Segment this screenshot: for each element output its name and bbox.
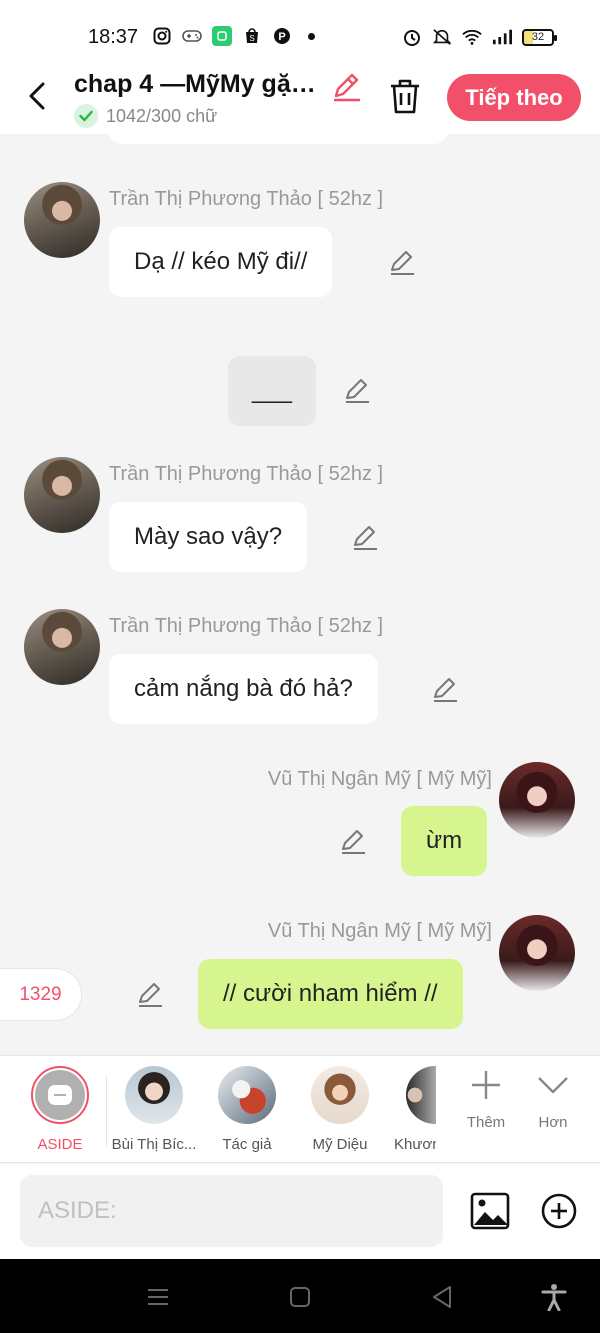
app-icon: [212, 26, 232, 46]
pencil-icon[interactable]: [388, 248, 416, 276]
chevron-down-icon: [538, 1077, 568, 1094]
back-icon[interactable]: [428, 1283, 456, 1311]
more-label: Hơn: [538, 1114, 568, 1131]
pencil-icon[interactable]: [339, 827, 367, 855]
signal-icon: [492, 27, 512, 47]
count-badge[interactable]: 1329: [0, 968, 82, 1021]
word-count-text: 1042/300 chữ: [106, 105, 218, 126]
check-icon: [74, 104, 98, 128]
shopee-icon: S: [242, 26, 262, 46]
message-bubble[interactable]: cảm nắng bà đó hả?: [109, 654, 378, 724]
character-my-dieu[interactable]: Mỹ Diệu: [295, 1066, 385, 1153]
edit-title-button[interactable]: [330, 70, 362, 102]
add-button[interactable]: [540, 1192, 578, 1230]
message-bubble[interactable]: ừm: [401, 806, 488, 876]
avatar[interactable]: [24, 457, 100, 533]
character-aside[interactable]: ASIDE: [15, 1066, 105, 1153]
chapter-title[interactable]: chap 4 —MỹMy gặp...: [74, 70, 326, 99]
plus-icon: [472, 1071, 500, 1099]
status-left-icons: S P: [152, 26, 315, 46]
aside-avatar: [31, 1066, 89, 1124]
word-count: 1042/300 chữ: [74, 104, 217, 128]
back-button[interactable]: [20, 76, 54, 116]
character-label: Mỹ Diệu: [312, 1136, 368, 1153]
sender-name: Trần Thị Phương Thảo [ 52hz ]: [109, 615, 384, 637]
alarm-icon: [402, 27, 422, 47]
character-bar: ASIDE Bùi Thị Bíc... Tác giả Mỹ Diệu Khư…: [0, 1055, 600, 1163]
character-label: Bùi Thị Bíc...: [111, 1136, 197, 1153]
message-bubble[interactable]: Dạ // kéo Mỹ đi//: [109, 227, 333, 297]
avatar[interactable]: [24, 182, 100, 258]
message-bubble[interactable]: Mày sao vậy?: [109, 502, 308, 572]
sender-name: Vũ Thị Ngân Mỹ [ Mỹ Mỹ]: [267, 920, 492, 942]
pinterest-icon: P: [272, 26, 292, 46]
image-icon: [470, 1192, 510, 1230]
system-nav-bar: [0, 1259, 600, 1333]
delete-button[interactable]: [386, 76, 424, 116]
message-bubble-partial[interactable]: [108, 134, 448, 144]
character-tac-gia[interactable]: Tác giả: [202, 1066, 292, 1153]
next-button[interactable]: Tiếp theo: [447, 74, 581, 121]
add-label: Thêm: [466, 1114, 506, 1131]
avatar[interactable]: [24, 609, 100, 685]
gamepad-icon: [182, 26, 202, 46]
sender-name: Trần Thị Phương Thảo [ 52hz ]: [109, 188, 384, 210]
character-label: ASIDE: [37, 1136, 83, 1153]
trash-icon: [391, 79, 419, 114]
chapter-header: chap 4 —MỹMy gặp... 1042/300 chữ Tiếp th…: [0, 62, 600, 134]
sender-name: Vũ Thị Ngân Mỹ [ Mỹ Mỹ]: [267, 768, 492, 790]
home-icon[interactable]: [286, 1283, 314, 1311]
instagram-icon: [152, 26, 172, 46]
message-icon: [48, 1085, 72, 1105]
svg-text:P: P: [278, 31, 285, 43]
status-right-icons: 32: [402, 27, 557, 47]
dot-icon: [308, 32, 315, 40]
chevron-left-icon: [29, 82, 45, 110]
wifi-icon: [462, 27, 482, 47]
more-button[interactable]: Hơn: [523, 1068, 583, 1131]
add-character-button[interactable]: Thêm: [456, 1068, 516, 1131]
divider: [106, 1076, 107, 1146]
pencil-icon[interactable]: [136, 980, 164, 1008]
avatar: [218, 1066, 276, 1124]
input-bar: [0, 1164, 600, 1259]
insert-image-button[interactable]: [470, 1192, 510, 1230]
pencil-icon[interactable]: [431, 675, 459, 703]
avatar[interactable]: [499, 915, 575, 991]
pencil-icon[interactable]: [343, 376, 371, 404]
avatar: [311, 1066, 369, 1124]
chat-area[interactable]: Trần Thị Phương Thảo [ 52hz ] Dạ // kéo …: [0, 134, 600, 1054]
avatar: [125, 1066, 183, 1124]
message-input[interactable]: [20, 1175, 443, 1247]
plus-circle-icon: [541, 1193, 577, 1229]
avatar: [406, 1066, 436, 1124]
menu-icon[interactable]: [144, 1283, 172, 1311]
character-label: Tác giả: [222, 1136, 272, 1153]
status-time: 18:37: [88, 26, 139, 48]
battery-icon: 32: [522, 28, 557, 46]
aside-bubble[interactable]: ___: [228, 356, 316, 426]
mute-icon: [432, 27, 452, 47]
character-khuong[interactable]: Khươn: [374, 1066, 436, 1153]
pencil-icon: [334, 73, 360, 102]
status-bar: 18:37 S P 32: [0, 0, 600, 70]
character-label: Khươn: [394, 1136, 436, 1153]
message-bubble[interactable]: // cười nham hiểm //: [198, 959, 463, 1029]
sender-name: Trần Thị Phương Thảo [ 52hz ]: [109, 463, 384, 485]
pencil-icon[interactable]: [351, 523, 379, 551]
avatar[interactable]: [499, 762, 575, 838]
svg-text:S: S: [249, 34, 254, 43]
character-bui[interactable]: Bùi Thị Bíc...: [109, 1066, 199, 1153]
accessibility-icon[interactable]: [540, 1283, 568, 1311]
